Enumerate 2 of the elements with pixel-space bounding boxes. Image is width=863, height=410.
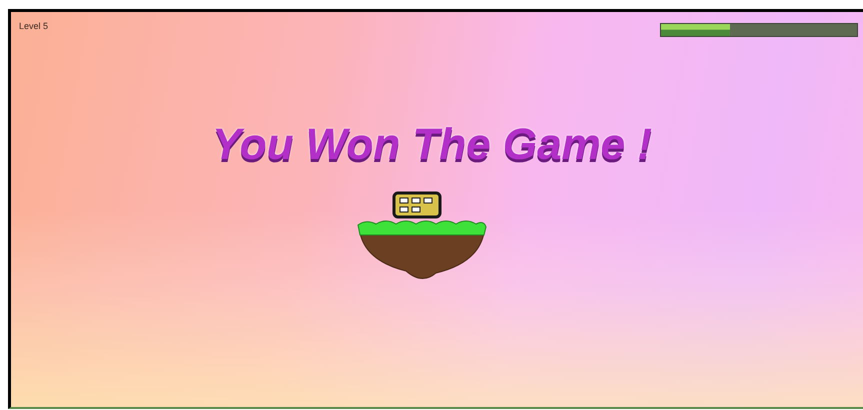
win-message: You Won The Game !: [212, 119, 652, 171]
level-label: Level 5: [19, 20, 48, 33]
